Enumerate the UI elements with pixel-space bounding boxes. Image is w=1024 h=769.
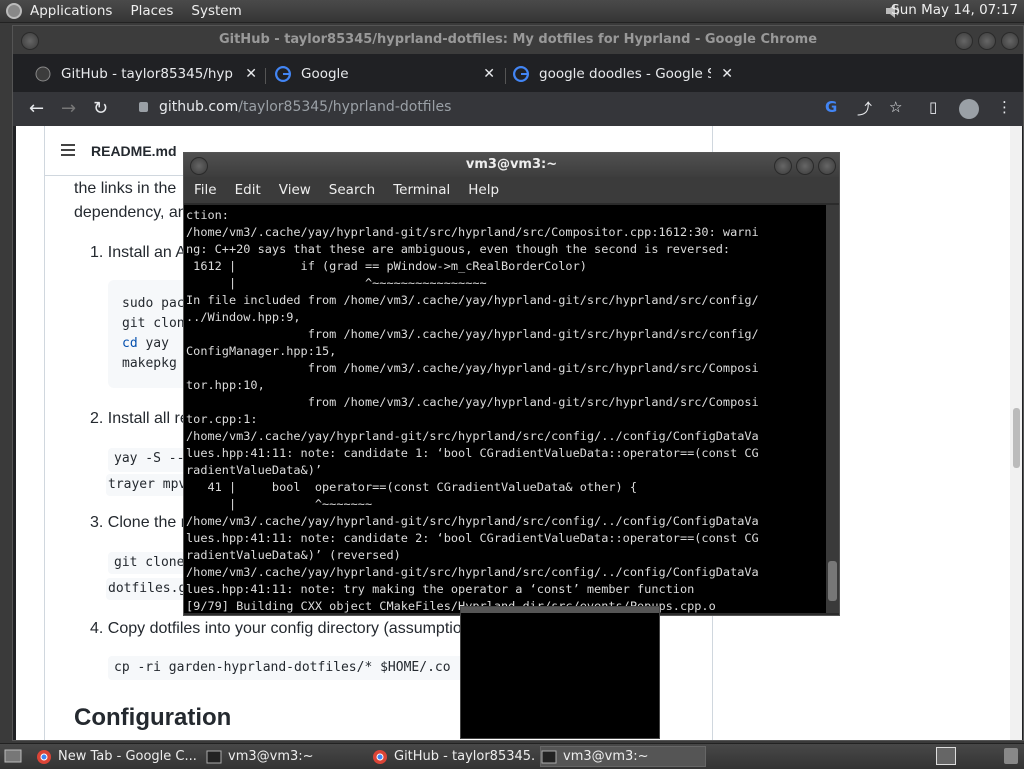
window-title[interactable]: GitHub - taylor85345/hyprland-dotfiles: … [13, 26, 1023, 54]
profile-avatar-icon[interactable] [959, 99, 979, 119]
window-menu-button[interactable] [21, 32, 39, 50]
more-menu-icon[interactable]: ⋮ [997, 98, 1012, 116]
taskbar-item-chrome-github[interactable]: GitHub - taylor85345... [372, 746, 536, 767]
top-panel: Applications Places System Sun May 14, 0… [0, 0, 1024, 23]
terminal-text: ction: /home/vm3/.cache/yay/hyprland-git… [186, 208, 759, 613]
share-icon[interactable]: ⤴ [857, 98, 872, 119]
menu-view[interactable]: View [279, 182, 311, 198]
taskbar-item-terminal[interactable]: vm3@vm3:~ [206, 746, 366, 767]
google-icon [275, 66, 291, 82]
lock-icon [139, 102, 148, 112]
clock[interactable]: Sun May 14, 07:17 [891, 2, 1018, 18]
bottom-panel: New Tab - Google C... vm3@vm3:~ GitHub -… [0, 743, 1024, 769]
terminal-scrollbar-thumb[interactable] [828, 561, 837, 601]
forward-icon[interactable]: → [61, 98, 76, 119]
taskbar-label: vm3@vm3:~ [563, 749, 649, 764]
code-inline-2: yay -S -- [108, 448, 188, 472]
terminal-title[interactable]: vm3@vm3:~ [184, 153, 839, 177]
code-line: makepkg [122, 356, 177, 371]
maximize-button[interactable] [796, 157, 814, 175]
omnibox[interactable]: github.com/taylor85345/hyprland-dotfiles [159, 99, 451, 115]
tab-label: Google [301, 66, 349, 82]
code-line: git clon [122, 316, 185, 331]
chrome-icon [373, 749, 387, 764]
code-line: cp -ri garden-hyprland-dotfiles/* $HOME/… [114, 660, 451, 675]
taskbar-item-chrome-newtab[interactable]: New Tab - Google C... [36, 746, 200, 767]
readme-paragraph: the links in the [74, 180, 177, 197]
menu-search[interactable]: Search [329, 182, 375, 198]
terminal-output[interactable]: ction: /home/vm3/.cache/yay/hyprland-git… [184, 205, 826, 613]
menu-applications[interactable]: Applications [30, 3, 112, 19]
taskbar-label: vm3@vm3:~ [228, 749, 314, 764]
page-scrollbar-thumb[interactable] [1013, 408, 1020, 468]
distro-logo-icon[interactable] [6, 3, 22, 19]
code-line: dotfiles.g [108, 581, 187, 596]
code-inline-4: cp -ri garden-hyprland-dotfiles/* $HOME/… [108, 656, 478, 680]
minimize-button[interactable] [955, 32, 973, 50]
url-path: /taylor85345/hyprland-dotfiles [238, 99, 452, 115]
chrome-icon [37, 749, 51, 764]
tab-google-doodles[interactable]: google doodles - Google Search ✕ [513, 58, 733, 90]
back-icon[interactable]: ← [29, 98, 44, 119]
menu-edit[interactable]: Edit [235, 182, 261, 198]
terminal-menubar: File Edit View Search Terminal Help [184, 177, 839, 203]
configuration-heading: Configuration [74, 704, 232, 731]
close-tab-icon[interactable]: ✕ [483, 66, 495, 82]
tab-label: google doodles - Google Search [539, 66, 711, 82]
step-4: 4. Copy dotfiles into your config direct… [90, 620, 462, 637]
tab-bar: GitHub - taylor85345/hyprland-dotfiles ✕… [13, 54, 1023, 114]
google-icon [513, 66, 529, 82]
taskbar-item-terminal-active[interactable]: vm3@vm3:~ [540, 746, 706, 767]
close-window-button[interactable] [818, 157, 836, 175]
code-block-1: sudo pac git clon cd yay makepkg [108, 280, 188, 388]
terminal-scrollbar[interactable] [826, 205, 839, 613]
tab-label: GitHub - taylor85345/hyprland-dotfiles [61, 66, 233, 82]
close-tab-icon[interactable]: ✕ [721, 66, 733, 82]
bookmark-star-icon[interactable]: ☆ [889, 98, 902, 116]
tab-google[interactable]: Google ✕ [275, 58, 495, 90]
show-desktop-icon[interactable] [4, 748, 22, 764]
terminal-icon [206, 750, 222, 763]
maximize-button[interactable] [978, 32, 996, 50]
code-line: yay [137, 336, 169, 351]
readme-title: README.md [91, 143, 177, 159]
trash-icon[interactable] [1004, 748, 1018, 764]
code-inline-3: git clone [108, 552, 188, 574]
menu-help[interactable]: Help [468, 182, 499, 198]
minimize-button[interactable] [774, 157, 792, 175]
step-2: 2. Install all re [90, 410, 189, 427]
menu-system[interactable]: System [191, 3, 241, 19]
code-keyword: cd [122, 336, 138, 351]
taskbar-label: GitHub - taylor85345... [394, 749, 536, 764]
window-preview-thumbnail[interactable] [460, 606, 660, 739]
readme-paragraph: dependency, an [74, 204, 187, 221]
workspace-switcher[interactable] [936, 747, 956, 765]
code-inline-3b: dotfiles.g [106, 578, 188, 600]
terminal-icon [541, 750, 557, 763]
side-panel-icon[interactable]: ▯ [929, 98, 937, 116]
close-tab-icon[interactable]: ✕ [245, 66, 257, 82]
toolbar: ← → ↻ github.com/taylor85345/hyprland-do… [13, 92, 1023, 127]
code-line: trayer mpv [108, 477, 187, 492]
url-host: github.com [159, 99, 239, 115]
code-inline-2b: trayer mpv [106, 474, 188, 496]
step-1: 1. Install an A [90, 244, 187, 261]
menu-terminal[interactable]: Terminal [393, 182, 450, 198]
code-line: yay -S -- [114, 451, 185, 466]
step-3: 3. Clone the r [90, 514, 187, 531]
menu-file[interactable]: File [194, 182, 217, 198]
close-window-button[interactable] [1001, 32, 1019, 50]
taskbar-label: New Tab - Google C... [58, 749, 197, 764]
terminal-window: vm3@vm3:~ File Edit View Search Terminal… [183, 152, 840, 616]
outline-list-icon[interactable] [61, 144, 75, 159]
tab-github[interactable]: GitHub - taylor85345/hyprland-dotfiles ✕ [35, 58, 257, 90]
menu-places[interactable]: Places [130, 3, 173, 19]
code-line: sudo pac [122, 296, 185, 311]
github-icon [35, 66, 51, 82]
window-menu-button[interactable] [190, 157, 208, 175]
google-lens-icon[interactable]: G [825, 98, 837, 116]
code-line: git clone [114, 555, 185, 570]
reload-icon[interactable]: ↻ [93, 98, 108, 119]
